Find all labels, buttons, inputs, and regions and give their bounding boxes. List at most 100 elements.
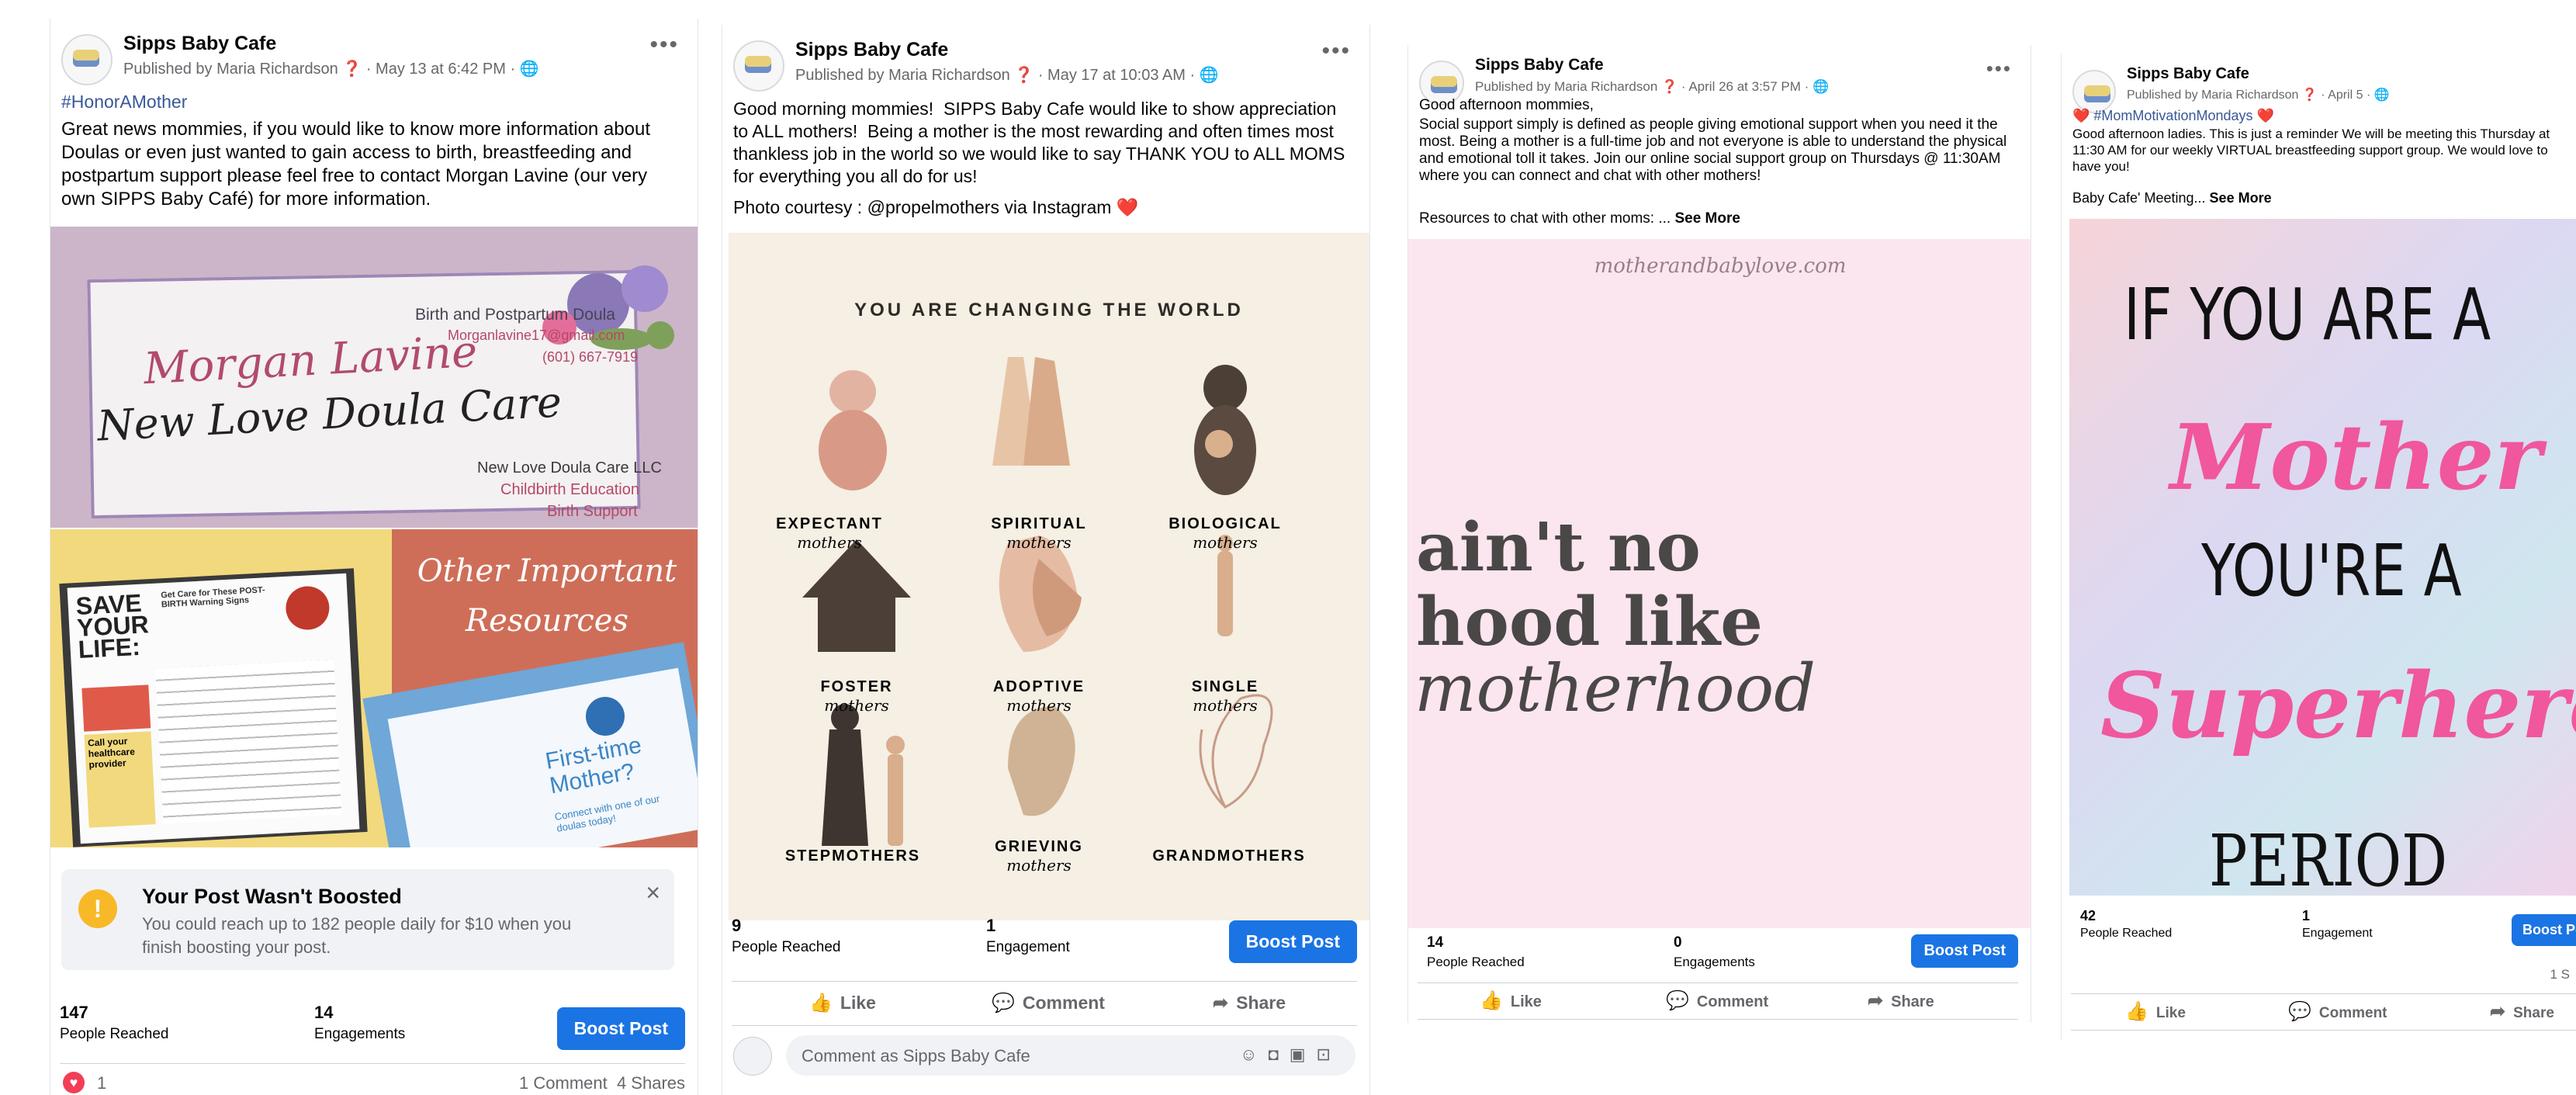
flyer-post-birth: Get Care for These POST-BIRTH Warning Si… [160,585,265,610]
image-line-1: ain't no [1416,508,1701,587]
shares-count[interactable]: 1 S [2550,967,2570,982]
comment-button[interactable]: 💬 Comment [2288,1000,2387,1023]
post-stats: 42 People Reached 1 Engagement Boost Pos… [2071,908,2576,958]
post-text: Good afternoon ladies. This is just a re… [2072,126,2550,174]
flyer-life: LIFE: [77,632,141,664]
thumbs-up-icon: 👍 [2125,1001,2148,1022]
share-button[interactable]: ➦ Share [1868,989,1934,1012]
mother-figures-icon [802,357,1273,846]
thumbs-up-icon: 👍 [809,993,833,1014]
people-reached-label: People Reached [1427,955,1525,969]
engagements-label: Engagement [2302,927,2373,940]
engagements-count: 0 [1674,934,1682,951]
warning-badge-icon [284,585,331,631]
mother-avatar-icon [586,697,625,736]
page-name[interactable]: Sipps Baby Cafe [1475,56,1604,75]
engagements-count: 1 [2302,908,2311,923]
post-text: Social support simply is defined as peop… [1419,116,2011,184]
engagements-count: 1 [986,916,996,935]
comment-button[interactable]: 💬 Comment [992,992,1105,1014]
see-more-link[interactable]: See More [1674,210,1740,227]
changing-the-world-poster[interactable]: YOU ARE CHANGING THE WORLD EXPECTANT mot… [729,233,1369,920]
post-meta: Published by Maria Richardson ❓ · May 13… [123,61,539,78]
people-reached-label: People Reached [2080,927,2173,940]
hashtag-link[interactable]: ❤️ #MomMotivationMondays ❤️ [2072,107,2562,124]
boost-post-button[interactable]: Boost Post [1228,920,1357,963]
comment-icon: 💬 [2288,1001,2311,1022]
label-expectant: EXPECTANT mothers [776,515,883,552]
reactions-bar: ♥ 1 1 Comment 4 Shares [60,1063,685,1095]
page-avatar[interactable] [61,34,113,85]
greeting-text: Good afternoon mommies, [1419,97,1594,113]
like-button[interactable]: 👍 Like [1480,989,1542,1012]
boost-post-button[interactable]: Boost Post [1911,934,2018,968]
image-line-3: motherhood [1414,650,1816,726]
like-button[interactable]: 👍 Like [809,992,876,1014]
people-reached-count: 9 [732,916,742,935]
label-spiritual: SPIRITUAL mothers [991,515,1087,552]
card-heading: Birth and Postpartum Doula [415,306,615,324]
image-line-2: Mother [2170,405,2542,511]
more-options-icon[interactable]: ••• [649,33,679,57]
image-line-5: PERIOD [2209,820,2448,896]
share-button[interactable]: ➦ Share [2490,1000,2554,1023]
post-card-2: Sipps Baby Cafe Published by Maria Richa… [722,25,1370,1095]
boost-notice-title: Your Post Wasn't Boosted [142,885,402,908]
post-card-1: Sipps Baby Cafe Published by Maria Richa… [50,19,698,1095]
action-bar: 👍 Like 💬 Comment ➦ Share [732,981,1357,1026]
engagements-count: 14 [314,1003,334,1022]
boost-post-button[interactable]: Boost Post [556,1007,685,1050]
card-support: Birth Support [547,503,638,520]
flyer-call-provider: Call your healthcare provider [84,731,156,828]
label-adoptive: ADOPTIVE mothers [992,678,1085,715]
share-button[interactable]: ➦ Share [1213,992,1286,1014]
more-options-icon[interactable]: ••• [1986,58,2012,78]
post-stats: 9 People Reached 1 Engagement Boost Post [732,916,1357,965]
post-stats: 14 People Reached 0 Engagements Boost Po… [1418,934,2018,984]
engagements-label: Engagement [986,939,1070,955]
more-options-icon[interactable]: ••• [1321,40,1351,63]
image-line-4: Superhero, [2100,653,2576,759]
photo-credit: Photo courtesy : @propelmothers via Inst… [733,197,1139,217]
engagements-label: Engagements [1674,955,1755,969]
comment-input[interactable]: Comment as Sipps Baby Cafe ☺◘▣⊡ [786,1035,1356,1076]
thumbs-up-icon: 👍 [1480,990,1503,1011]
post-card-3: Sipps Baby Cafe Published by Maria Richa… [1407,45,2031,1023]
image-line-1: IF YOU ARE A [2124,273,2491,356]
love-reaction-icon[interactable]: ♥ [63,1072,85,1093]
action-bar: 👍 Like 💬 Comment ➦ Share [1418,982,2018,1020]
boost-post-button[interactable]: Boost Post [2511,914,2576,946]
page-name[interactable]: Sipps Baby Cafe [123,33,276,55]
post-card-4: Sipps Baby Cafe Published by Maria Richa… [2061,54,2576,1040]
comment-tools-icon[interactable]: ☺◘▣⊡ [1240,1045,1342,1065]
post-stats: 147 People Reached 14 Engagements Boost … [60,1003,685,1052]
action-bar: 👍 Like 💬 Comment ➦ Share [2071,993,2576,1031]
see-more-link[interactable]: See More [2210,190,2272,206]
label-foster: FOSTER mothers [820,678,893,715]
share-icon: ➦ [1213,993,1229,1014]
people-reached-count: 147 [60,1003,88,1022]
share-icon: ➦ [1868,990,1884,1011]
reaction-count[interactable]: 1 [97,1073,106,1093]
meeting-line: Baby Cafe' Meeting... See More [2072,190,2272,206]
engagements-label: Engagements [314,1026,406,1042]
people-reached-count: 42 [2080,908,2096,923]
comments-shares-count[interactable]: 1 Comment 4 Shares [519,1073,685,1093]
page-name[interactable]: Sipps Baby Cafe [2127,65,2249,83]
label-single: SINGLE mothers [1191,678,1259,715]
motherhood-image[interactable]: motherandbabylove.com ain't no hood like… [1408,239,2031,928]
page-avatar[interactable] [733,40,784,92]
like-button[interactable]: 👍 Like [2125,1000,2186,1023]
label-stepmothers: STEPMOTHERS [784,847,921,865]
label-grieving: GRIEVING mothers [995,838,1083,875]
people-reached-count: 14 [1427,934,1444,951]
hashtag-link[interactable]: #HonorAMother [61,90,684,113]
resources-image[interactable]: SAVE YOUR LIFE: Get Care for These POST-… [50,529,698,847]
business-card-image[interactable]: Birth and Postpartum Doula Morganlavine1… [50,227,698,528]
comment-button[interactable]: 💬 Comment [1666,989,1768,1012]
warning-icon: ! [78,889,117,928]
page-name[interactable]: Sipps Baby Cafe [795,39,948,61]
resources-title-1: Other Important [417,553,677,589]
close-icon[interactable]: × [646,878,660,907]
superhero-image[interactable]: IF YOU ARE A Mother YOU'RE A Superhero, … [2069,219,2576,896]
